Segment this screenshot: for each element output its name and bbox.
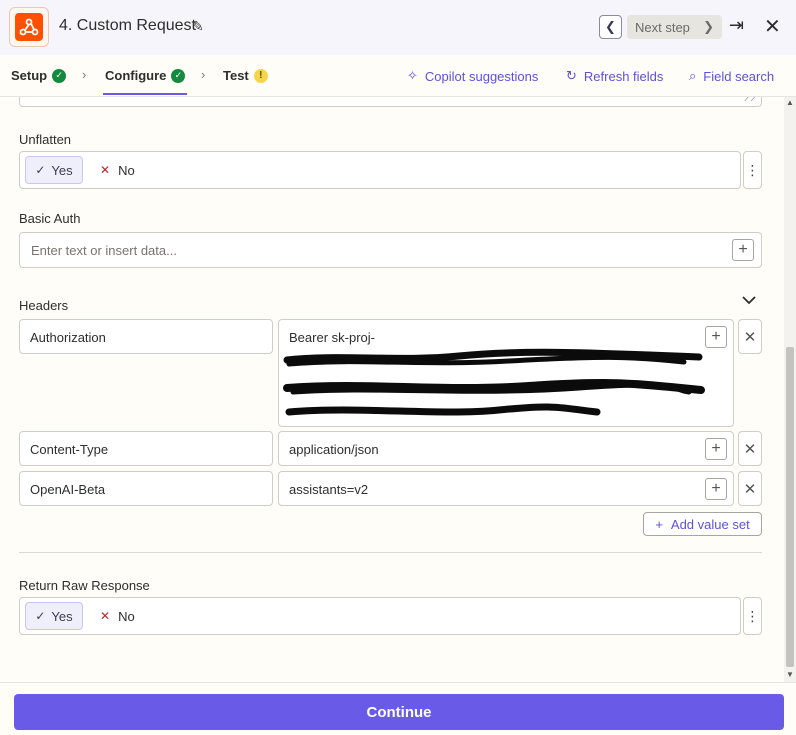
sparkle-icon: ✧: [407, 68, 418, 83]
resize-grip-icon[interactable]: ⟋⟋: [744, 97, 757, 104]
header-value-text: assistants=v2: [289, 482, 369, 497]
x-icon: ✕: [743, 480, 757, 498]
step-tabs: Setup ✓ › Configure ✓ › Test ! ✧ Copilot…: [0, 55, 796, 97]
header-key-text: Authorization: [30, 330, 106, 345]
x-icon: ✕: [100, 609, 111, 623]
redaction-scribble: [283, 348, 705, 416]
active-tab-indicator: [103, 93, 187, 95]
refresh-fields-label: Refresh fields: [583, 68, 664, 84]
tab-configure-label: Configure: [105, 68, 167, 83]
section-divider: [19, 552, 762, 553]
title-bar: 4. Custom Request ✎ ❮ Next step ❯ ⇥ ✕: [0, 0, 796, 55]
unflatten-more-menu[interactable]: ⋮: [743, 151, 762, 189]
unflatten-yes-option[interactable]: ✓ Yes: [25, 156, 83, 184]
more-vertical-icon: ⋮: [745, 161, 760, 178]
header-key-field[interactable]: Content-Type: [19, 431, 273, 466]
tab-configure[interactable]: Configure ✓: [105, 68, 186, 83]
insert-data-button[interactable]: +: [705, 438, 727, 460]
scrollbar-thumb[interactable]: [786, 347, 794, 667]
copilot-suggestions-label: Copilot suggestions: [424, 68, 539, 84]
header-key-text: Content-Type: [30, 442, 109, 457]
field-search-button[interactable]: ⌕ Field search: [689, 68, 774, 84]
more-vertical-icon: ⋮: [745, 607, 760, 624]
insert-data-button[interactable]: +: [705, 326, 727, 348]
edit-title-icon[interactable]: ✎: [192, 18, 204, 35]
plus-icon: +: [738, 241, 748, 258]
add-value-set-label: Add value set: [670, 516, 750, 532]
raw-response-yes-option[interactable]: ✓ Yes: [25, 602, 83, 630]
yes-label: Yes: [51, 162, 73, 178]
no-label: No: [118, 608, 135, 624]
remove-header-button[interactable]: ✕: [738, 431, 762, 466]
unflatten-no-option[interactable]: ✕ No: [100, 156, 135, 184]
yes-label: Yes: [51, 608, 73, 624]
warning-icon: !: [253, 68, 268, 83]
check-icon: ✓: [35, 163, 46, 177]
add-value-set-button[interactable]: + Add value set: [643, 512, 762, 536]
previous-step-button[interactable]: ❮: [599, 15, 622, 39]
return-raw-response-label: Return Raw Response: [19, 578, 150, 593]
no-label: No: [118, 162, 135, 178]
tab-test-label: Test: [223, 68, 249, 83]
tab-test[interactable]: Test !: [223, 68, 268, 83]
chevron-right-icon: ›: [201, 67, 206, 82]
header-value-field[interactable]: assistants=v2 +: [278, 471, 734, 506]
unflatten-label: Unflatten: [19, 132, 72, 147]
basic-auth-placeholder: Enter text or insert data...: [31, 243, 177, 258]
return-raw-response-toggle: ✓ Yes ✕ No: [19, 597, 741, 635]
search-icon: ⌕: [689, 68, 697, 83]
header-value-text: application/json: [289, 442, 379, 457]
scroll-up-icon[interactable]: ▲: [786, 98, 794, 107]
check-circle-icon: ✓: [52, 68, 67, 83]
header-key-text: OpenAI-Beta: [30, 482, 106, 497]
form-scroll-area[interactable]: ⟋⟋ Unflatten ✓ Yes ✕ No ⋮ Basic Auth Ent…: [0, 97, 784, 682]
next-step-button[interactable]: Next step ❯: [627, 15, 722, 39]
next-step-label: Next step: [635, 19, 690, 35]
tab-setup[interactable]: Setup ✓: [11, 68, 67, 83]
chevron-right-icon: ❯: [703, 19, 714, 34]
chevron-left-icon: ❮: [605, 19, 616, 34]
header-key-field[interactable]: Authorization: [19, 319, 273, 354]
plus-icon: +: [711, 328, 721, 345]
remove-header-button[interactable]: ✕: [738, 471, 762, 506]
header-value-field[interactable]: Bearer sk-proj- +: [278, 319, 734, 427]
continue-button[interactable]: Continue: [14, 694, 784, 730]
refresh-fields-button[interactable]: ↻ Refresh fields: [566, 68, 663, 84]
raw-response-more-menu[interactable]: ⋮: [743, 597, 762, 635]
previous-textarea[interactable]: ⟋⟋: [19, 97, 762, 107]
header-value-text: Bearer sk-proj-: [289, 330, 375, 345]
webhook-app-icon: [9, 7, 49, 47]
x-icon: ✕: [100, 163, 111, 177]
x-icon: ✕: [743, 440, 757, 458]
plus-icon: +: [711, 440, 721, 457]
insert-data-button[interactable]: +: [705, 478, 727, 500]
refresh-icon: ↻: [566, 68, 577, 83]
unflatten-toggle: ✓ Yes ✕ No: [19, 151, 741, 189]
header-value-field[interactable]: application/json +: [278, 431, 734, 466]
tab-setup-label: Setup: [11, 68, 48, 83]
exit-panel-icon[interactable]: ⇥: [729, 15, 744, 36]
copilot-suggestions-button[interactable]: ✧ Copilot suggestions: [407, 68, 538, 84]
step-title: 4. Custom Request: [59, 17, 196, 34]
basic-auth-label: Basic Auth: [19, 211, 81, 226]
webhook-icon: [19, 18, 39, 36]
chevron-down-icon[interactable]: [742, 293, 756, 308]
plus-icon: +: [655, 516, 663, 532]
field-search-label: Field search: [703, 68, 775, 84]
x-icon: ✕: [743, 328, 757, 346]
header-key-field[interactable]: OpenAI-Beta: [19, 471, 273, 506]
basic-auth-input[interactable]: Enter text or insert data... +: [19, 232, 762, 268]
insert-data-button[interactable]: +: [732, 239, 754, 261]
close-icon[interactable]: ✕: [764, 14, 781, 39]
footer: Continue: [0, 682, 796, 735]
remove-header-button[interactable]: ✕: [738, 319, 762, 354]
scroll-down-icon[interactable]: ▼: [786, 670, 794, 679]
raw-response-no-option[interactable]: ✕ No: [100, 602, 135, 630]
chevron-right-icon: ›: [82, 67, 87, 82]
plus-icon: +: [711, 480, 721, 497]
headers-label: Headers: [19, 298, 69, 313]
check-circle-icon: ✓: [171, 68, 186, 83]
check-icon: ✓: [35, 609, 46, 623]
